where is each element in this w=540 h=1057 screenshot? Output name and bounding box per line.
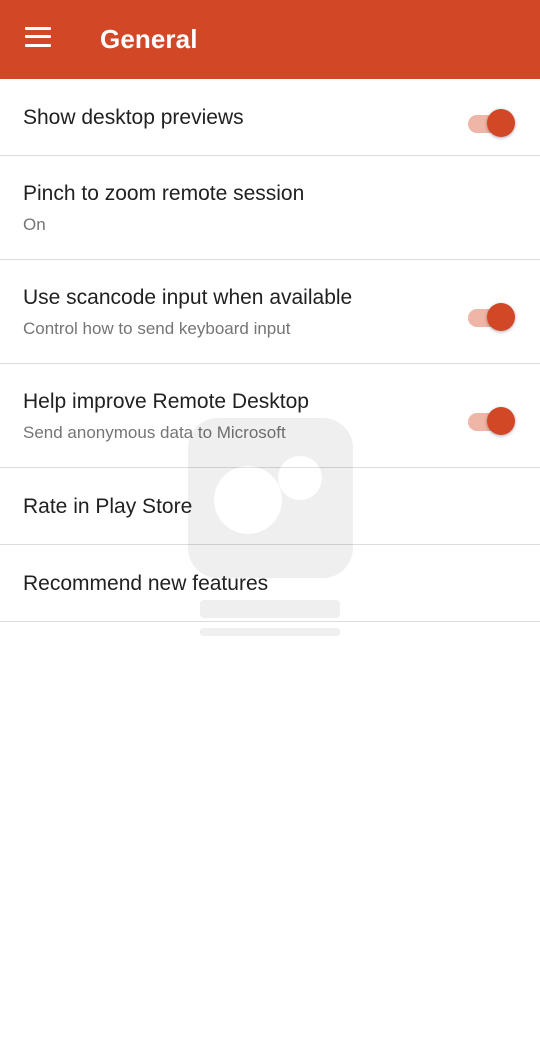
setting-scancode-input[interactable]: Use scancode input when available Contro…	[0, 260, 540, 364]
scancode-input-toggle[interactable]	[468, 302, 515, 332]
setting-show-desktop-previews[interactable]: Show desktop previews	[0, 79, 540, 156]
setting-title: Show desktop previews	[23, 106, 244, 129]
setting-pinch-to-zoom[interactable]: Pinch to zoom remote session On	[0, 156, 540, 260]
setting-help-improve[interactable]: Help improve Remote Desktop Send anonymo…	[0, 364, 540, 468]
setting-title: Recommend new features	[23, 572, 269, 595]
setting-value: On	[23, 215, 46, 234]
settings-list: Show desktop previews Pinch to zoom remo…	[0, 79, 540, 622]
toggle-thumb	[487, 109, 515, 137]
setting-description: Control how to send keyboard input	[23, 319, 291, 338]
show-desktop-previews-toggle[interactable]	[468, 108, 515, 138]
setting-title: Pinch to zoom remote session	[23, 182, 305, 205]
toggle-thumb	[487, 407, 515, 435]
setting-recommend-features[interactable]: Recommend new features	[0, 545, 540, 622]
toggle-thumb	[487, 303, 515, 331]
setting-title: Use scancode input when available	[23, 286, 353, 309]
setting-title: Rate in Play Store	[23, 495, 193, 518]
hamburger-menu-icon	[24, 26, 51, 47]
navigation-menu-button[interactable]	[0, 0, 79, 79]
setting-title: Help improve Remote Desktop	[23, 390, 309, 413]
setting-description: Send anonymous data to Microsoft	[23, 423, 286, 442]
app-bar: General	[0, 0, 540, 79]
setting-rate-play-store[interactable]: Rate in Play Store	[0, 468, 540, 545]
page-title: General	[100, 24, 198, 54]
help-improve-toggle[interactable]	[468, 406, 515, 436]
